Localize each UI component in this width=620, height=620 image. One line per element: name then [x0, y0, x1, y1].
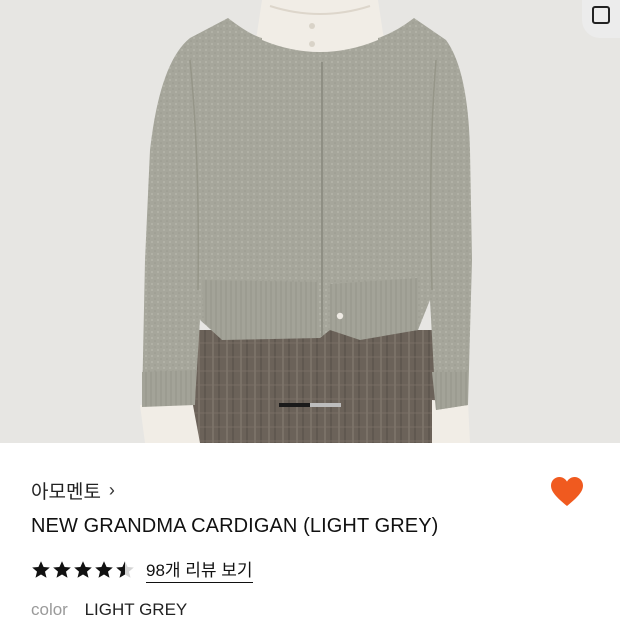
color-label: color: [31, 600, 68, 619]
image-pager[interactable]: [279, 403, 341, 407]
product-photo: [140, 0, 472, 443]
brand-name: 아모멘토: [31, 482, 101, 503]
star-icon: [32, 560, 50, 578]
color-value: LIGHT GREY: [84, 600, 188, 619]
product-image[interactable]: [0, 0, 620, 443]
chevron-right-icon: ›: [108, 480, 115, 500]
product-title: NEW GRANDMA CARDIGAN (LIGHT GREY): [31, 515, 439, 537]
color-row: color LIGHT GREY: [31, 600, 187, 620]
brand-link[interactable]: 아모멘토 ›: [31, 477, 115, 504]
cart-button[interactable]: [582, 0, 620, 38]
pager-active-segment: [279, 403, 310, 407]
star-icon: [53, 560, 71, 578]
heart-icon[interactable]: [550, 476, 584, 508]
skirt-shape: [180, 330, 455, 443]
star-icon: [95, 560, 113, 578]
review-link[interactable]: 98개 리뷰 보기: [146, 556, 253, 583]
star-icon: [74, 560, 92, 578]
star-rating: [31, 560, 136, 580]
cardigan-button: [336, 312, 344, 320]
cart-icon: [592, 6, 610, 24]
rating-row: 98개 리뷰 보기: [31, 556, 253, 583]
star-icon: [116, 560, 134, 578]
pager-inactive-segment: [310, 403, 341, 407]
